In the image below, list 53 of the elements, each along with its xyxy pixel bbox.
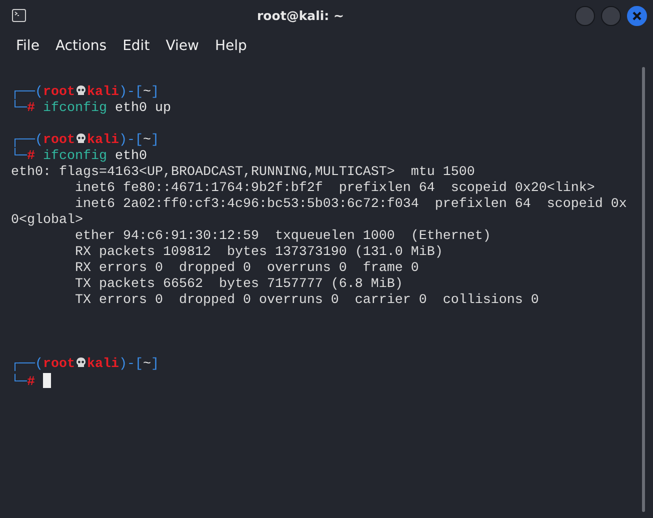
skull-icon — [76, 133, 86, 144]
skull-icon — [76, 85, 86, 96]
prompt-bracket: ] — [151, 357, 159, 372]
command-name: ifconfig — [43, 149, 107, 164]
prompt-bracket: )-[ — [119, 357, 143, 372]
prompt-bracket: )-[ — [119, 133, 143, 148]
menu-item[interactable]: Edit — [114, 36, 158, 56]
close-icon — [632, 10, 642, 20]
output-line: 0<global> — [11, 213, 83, 228]
prompt-corner: └─ — [11, 149, 27, 164]
prompt-bracket: ] — [151, 133, 159, 148]
prompt-symbol: # — [27, 149, 35, 164]
prompt-user: root — [43, 357, 75, 372]
output-line: TX errors 0 dropped 0 overruns 0 carrier 0 collisions 0 — [74, 293, 539, 308]
scrollbar[interactable] — [642, 67, 645, 512]
prompt-corner: └─ — [11, 101, 27, 116]
output-line: TX packets 66562 bytes 7157777 (6.8 MiB) — [74, 277, 403, 292]
output-line: inet6 fe80::4671:1764:9b2f:bf2f prefixlen 64 scopeid 0x20<link> — [74, 181, 595, 196]
command-arguments: eth0 — [114, 149, 147, 164]
output-line: RX errors 0 dropped 0 overruns 0 frame 0 — [74, 261, 419, 276]
prompt-corner: └─ — [11, 375, 27, 390]
prompt-bracket: ] — [151, 85, 159, 100]
menu-item[interactable]: Actions — [47, 36, 115, 56]
command-name: ifconfig — [43, 101, 107, 116]
output-line: ether 94:c6:91:30:12:59 txqueuelen 1000 (Ethernet) — [74, 229, 491, 244]
menu-item[interactable]: View — [158, 36, 207, 56]
minimize-button[interactable] — [575, 6, 595, 26]
prompt-bracket: )-[ — [119, 85, 143, 100]
prompt-user: root — [43, 133, 75, 148]
prompt-host: kali — [87, 357, 119, 372]
prompt-host: kali — [87, 85, 119, 100]
prompt-directory: ~ — [143, 85, 151, 100]
close-button[interactable] — [627, 6, 647, 26]
maximize-button[interactable] — [601, 6, 621, 26]
skull-icon — [76, 357, 86, 368]
window-title: root@kali: ~ — [256, 8, 345, 23]
prompt-directory: ~ — [143, 357, 151, 372]
prompt-host: kali — [87, 133, 119, 148]
menu-item[interactable]: Help — [206, 36, 255, 56]
terminal-icon — [12, 9, 26, 22]
output-line: RX packets 109812 bytes 137373190 (131.0 MiB) — [74, 245, 443, 260]
text-cursor — [43, 373, 51, 388]
menu-item[interactable]: File — [8, 36, 48, 56]
prompt-user: root — [43, 85, 75, 100]
prompt-bracket: ┌──( — [11, 357, 43, 372]
output-line: inet6 2a02:ff0:cf3:4c96:bc53:5b03:6c72:f034 prefixlen 64 scopeid 0x — [74, 197, 627, 212]
prompt-bracket: ┌──( — [11, 133, 43, 148]
prompt-directory: ~ — [143, 133, 151, 148]
output-line: eth0: flags=4163<UP,BROADCAST,RUNNING,MULTICAST> mtu 1500 — [11, 165, 475, 180]
command-arguments: eth0 up — [114, 101, 171, 116]
prompt-bracket: ┌──( — [11, 85, 43, 100]
prompt-symbol: # — [27, 375, 35, 390]
prompt-symbol: # — [27, 101, 35, 116]
